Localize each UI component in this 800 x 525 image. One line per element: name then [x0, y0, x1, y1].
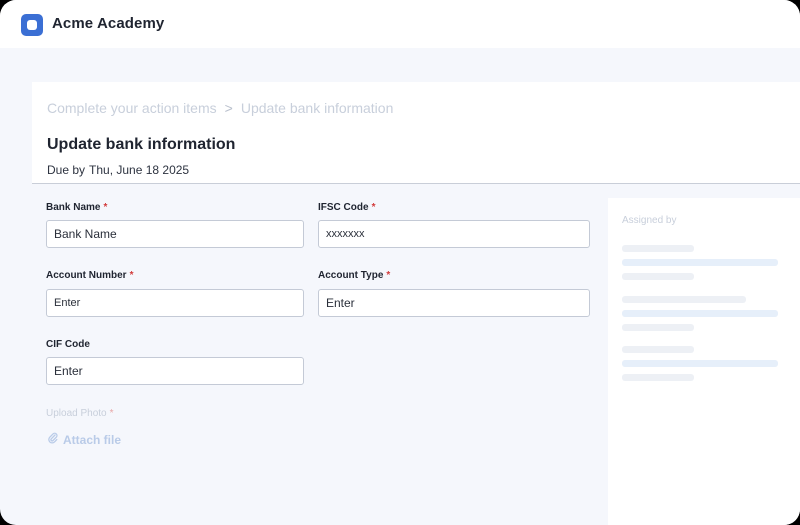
skeleton-line — [622, 324, 694, 331]
ifsc-code-label: IFSC Code * — [318, 202, 375, 213]
account-number-value: Enter — [54, 297, 81, 309]
skeleton-line — [622, 296, 746, 303]
ifsc-code-value: xxxxxxx — [326, 228, 365, 240]
account-number-label-text: Account Number — [46, 270, 127, 281]
cif-code-value: Enter — [54, 364, 83, 378]
due-date-line: Due by Thu, June 18 2025 — [47, 163, 189, 177]
required-marker: * — [386, 270, 391, 281]
skeleton-line — [622, 346, 694, 353]
app-window: Acme Academy Complete your action items >… — [0, 0, 800, 525]
ifsc-code-input[interactable]: xxxxxxx — [318, 220, 590, 248]
required-marker: * — [129, 270, 134, 281]
skeleton-line — [622, 245, 694, 252]
due-date: Thu, June 18 2025 — [89, 163, 190, 177]
assigned-by-label: Assigned by — [622, 215, 677, 226]
logo-mark — [27, 20, 37, 30]
account-type-value: Enter — [326, 296, 355, 310]
required-marker: * — [371, 202, 376, 213]
assignment-panel: Assigned by — [608, 198, 800, 525]
chevron-right-icon: > — [224, 100, 233, 116]
bank-name-value: Bank Name — [54, 227, 117, 241]
breadcrumb-current: Update bank information — [240, 100, 394, 116]
due-label: Due by — [47, 163, 86, 177]
page-title: Update bank information — [47, 136, 236, 153]
skeleton-line — [622, 374, 694, 381]
skeleton-line — [622, 259, 778, 266]
breadcrumb-parent-link[interactable]: Complete your action items — [47, 100, 217, 116]
attach-file-button[interactable]: Attach file — [48, 432, 121, 447]
cif-code-label-text: CIF Code — [46, 339, 90, 350]
top-bar: Acme Academy — [0, 0, 800, 48]
skeleton-line — [622, 360, 778, 367]
paperclip-icon — [48, 432, 58, 447]
cif-code-label: CIF Code — [46, 339, 90, 350]
skeleton-line — [622, 273, 694, 280]
app-title: Acme Academy — [52, 15, 165, 32]
attach-file-label: Attach file — [63, 432, 122, 447]
bank-name-label-text: Bank Name — [46, 202, 101, 213]
account-type-label: Account Type * — [318, 270, 390, 281]
account-number-input[interactable]: Enter — [46, 289, 304, 317]
required-marker: * — [103, 202, 108, 213]
breadcrumb: Complete your action items > Update bank i… — [47, 100, 393, 116]
account-type-label-text: Account Type — [318, 270, 384, 281]
page-header: Complete your action items > Update bank i… — [32, 82, 800, 184]
upload-photo-label: Upload Photo * — [46, 408, 114, 419]
logo-icon[interactable] — [21, 14, 43, 36]
skeleton-line — [622, 310, 778, 317]
cif-code-input[interactable]: Enter — [46, 357, 304, 385]
main-content: Complete your action items > Update bank i… — [32, 82, 800, 525]
required-marker: * — [109, 408, 114, 419]
ifsc-code-label-text: IFSC Code — [318, 202, 369, 213]
bank-name-input[interactable]: Bank Name — [46, 220, 304, 248]
account-type-select[interactable]: Enter — [318, 289, 590, 317]
upload-photo-label-text: Upload Photo — [46, 408, 107, 419]
account-number-label: Account Number * — [46, 270, 133, 281]
bank-name-label: Bank Name * — [46, 202, 107, 213]
